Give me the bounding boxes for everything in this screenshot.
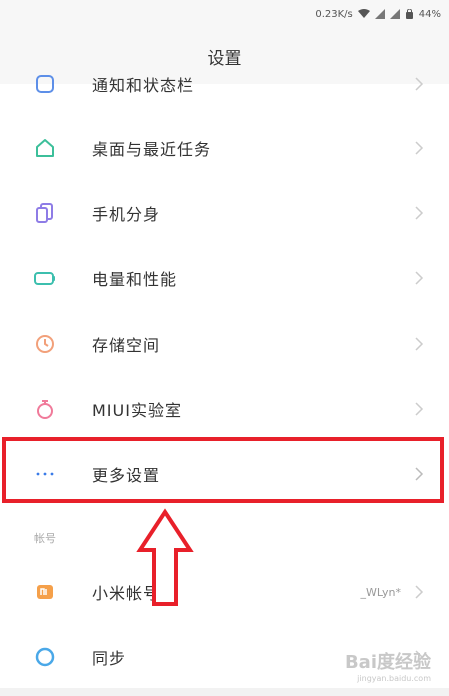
settings-item-notifications[interactable]: 通知和状态栏 <box>0 54 449 114</box>
chevron-right-icon <box>415 206 424 220</box>
flask-icon <box>33 397 57 421</box>
more-dots-icon <box>33 462 57 486</box>
settings-item-label: 桌面与最近任务 <box>92 140 212 159</box>
chevron-right-icon <box>415 141 424 155</box>
settings-item-label: 电量和性能 <box>92 270 178 289</box>
chevron-right-icon <box>415 402 424 416</box>
settings-item-storage[interactable]: 存储空间 <box>0 314 449 374</box>
sync-icon <box>33 645 57 669</box>
chevron-right-icon <box>415 271 424 285</box>
settings-item-battery[interactable]: 电量和性能 <box>0 248 449 308</box>
settings-item-label: 更多设置 <box>92 466 161 485</box>
battery-level: 44% <box>418 8 441 20</box>
settings-item-label: 存储空间 <box>92 336 161 355</box>
watermark-url: jingyan.baidu.com <box>357 674 431 683</box>
storage-icon <box>33 332 57 356</box>
settings-item-more-settings[interactable]: 更多设置 <box>0 444 449 504</box>
mi-account-icon <box>33 580 57 604</box>
wifi-icon <box>357 9 370 18</box>
battery-icon <box>33 266 57 290</box>
account-username: _WLyn* <box>360 585 401 599</box>
home-icon <box>33 136 57 160</box>
chevron-right-icon <box>415 467 424 481</box>
bottom-edge <box>0 688 449 696</box>
notification-icon <box>33 72 57 96</box>
chevron-right-icon <box>415 585 424 599</box>
watermark: Bai度经验 jingyan.baidu.com <box>311 648 431 688</box>
settings-item-label: MIUI实验室 <box>92 401 182 420</box>
signal-icon-2 <box>389 9 400 19</box>
settings-item-miui-lab[interactable]: MIUI实验室 <box>0 379 449 439</box>
watermark-text: Bai度经验 <box>344 652 431 673</box>
chevron-right-icon <box>415 77 424 91</box>
settings-item-label: 手机分身 <box>92 205 161 224</box>
chevron-right-icon <box>415 337 424 351</box>
alarm-icon <box>405 9 413 19</box>
signal-icon <box>374 9 385 19</box>
dual-phone-icon <box>33 201 57 225</box>
settings-item-label: 通知和状态栏 <box>92 76 195 95</box>
status-bar: 0.23K/s 44% <box>0 0 449 28</box>
settings-item-label: 同步 <box>92 649 127 668</box>
section-header-account: 帐号 <box>34 532 56 545</box>
network-speed: 0.23K/s <box>315 8 353 20</box>
settings-item-label: 小米帐号 <box>92 584 161 603</box>
settings-item-dual-apps[interactable]: 手机分身 <box>0 183 449 243</box>
settings-item-mi-account[interactable]: 小米帐号 _WLyn* <box>0 562 449 622</box>
settings-item-desktop[interactable]: 桌面与最近任务 <box>0 118 449 178</box>
